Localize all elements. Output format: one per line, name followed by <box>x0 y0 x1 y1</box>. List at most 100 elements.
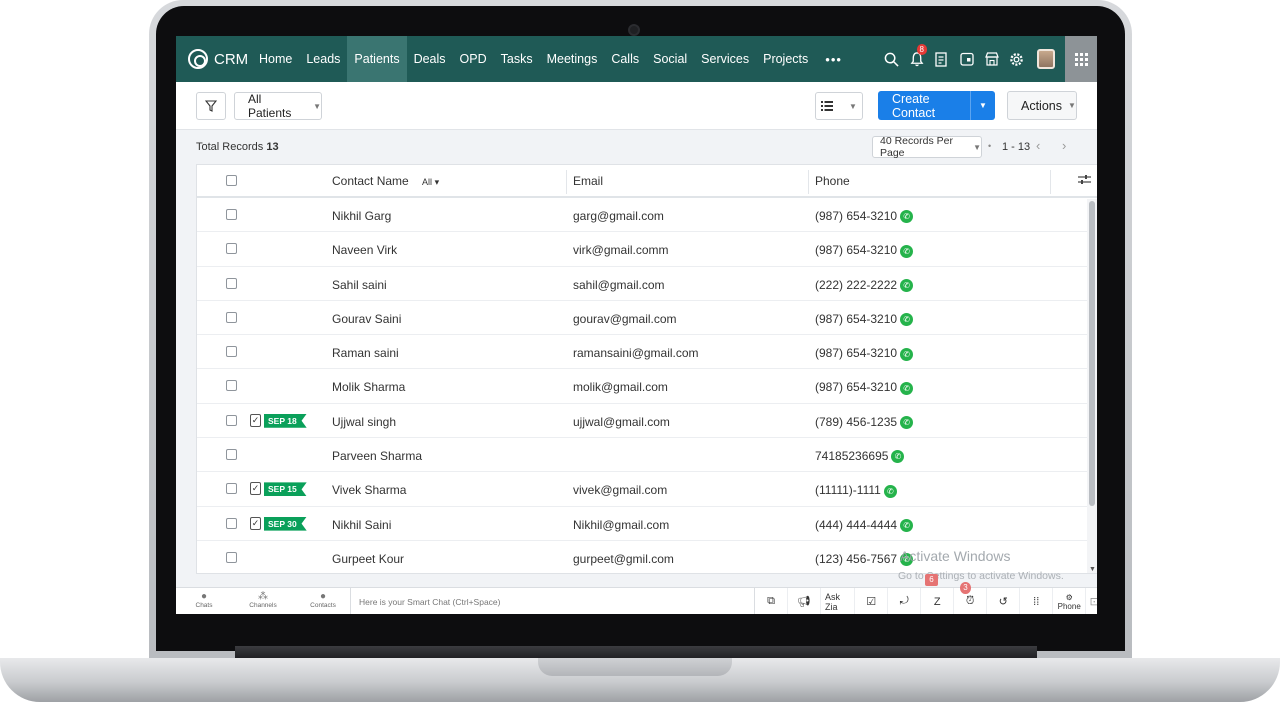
column-divider[interactable] <box>1050 170 1051 194</box>
table-row[interactable]: Molik Sharma molik@gmail.com (987) 654-321… <box>197 369 1097 404</box>
table-row[interactable]: Parveen Sharma 74185236695 ✆ <box>197 438 1097 473</box>
dialpad-icon[interactable]: ⁞⁞ <box>1020 588 1054 614</box>
phone-call-icon[interactable]: ✆ <box>900 347 914 361</box>
row-checkbox[interactable] <box>226 209 237 220</box>
actions-button[interactable]: Actions ▼ <box>1007 91 1077 120</box>
column-divider[interactable] <box>808 170 809 194</box>
user-avatar[interactable] <box>1037 49 1055 69</box>
table-row[interactable]: ✓ SEP 15 Vivek Sharma vivek@gmail.com (11111… <box>197 472 1097 507</box>
alarm-clock-icon[interactable]: ⏰︎ 3 <box>954 582 988 614</box>
screen-share-icon[interactable]: ⧉ <box>755 588 788 614</box>
calendar-icon[interactable] <box>954 36 979 82</box>
phone-cell[interactable]: (123) 456-7567 ✆ <box>815 552 914 567</box>
header-email[interactable]: Email <box>573 174 603 188</box>
email-cell[interactable]: sahil@gmail.com <box>573 278 665 292</box>
phone-cell[interactable]: (987) 654-3210 ✆ <box>815 380 914 395</box>
megaphone-icon[interactable]: 📢︎ <box>788 588 821 614</box>
ask-zia-button[interactable]: Ask Zia <box>821 588 856 614</box>
create-contact-dropdown[interactable]: ▼ <box>970 91 995 120</box>
row-checkbox[interactable] <box>226 517 237 529</box>
row-checkbox[interactable] <box>226 346 237 358</box>
history-icon[interactable]: ↺ <box>987 588 1021 614</box>
task-icon[interactable]: ✓ <box>250 516 261 530</box>
trash-icon[interactable]: ⊡ <box>1086 588 1097 614</box>
table-row[interactable]: Sahil saini sahil@gmail.com (222) 222-2222… <box>197 267 1097 301</box>
phone-cell[interactable]: (444) 444-4444 ✆ <box>815 518 914 532</box>
table-row[interactable]: Nikhil Garg garg@gmail.com (987) 654-3210 ✆ <box>197 198 1097 233</box>
marketplace-icon[interactable] <box>979 36 1004 82</box>
nav-more-button[interactable]: ••• <box>815 36 852 82</box>
phone-cell[interactable]: (11111)-1111 ✆ <box>815 483 897 498</box>
email-cell[interactable]: virk@gmail.comm <box>573 243 669 257</box>
table-row[interactable]: Naveen Virk virk@gmail.comm (987) 654-3210… <box>197 232 1097 267</box>
next-page-icon[interactable]: › <box>1062 138 1066 153</box>
channels-tab[interactable]: ⁂ Channels <box>238 591 288 609</box>
search-icon[interactable] <box>879 36 904 82</box>
nav-opd[interactable]: OPD <box>453 36 494 82</box>
table-row[interactable]: Gourav Saini gourav@gmail.com (987) 654-32… <box>197 301 1097 336</box>
contact-name-link[interactable]: Molik Sharma <box>332 380 405 394</box>
row-checkbox[interactable] <box>226 311 237 323</box>
phone-cell[interactable]: (222) 222-2222 ✆ <box>815 278 914 292</box>
email-cell[interactable]: molik@gmail.com <box>573 380 668 394</box>
phone-call-icon[interactable]: ✆ <box>900 381 914 395</box>
phone-call-icon[interactable]: ✆ <box>891 450 905 464</box>
contact-name-link[interactable]: Parveen Sharma <box>332 449 422 463</box>
signals-icon[interactable]: ☑ <box>855 588 889 614</box>
zia-icon[interactable]: Z 6 <box>921 574 955 614</box>
contacts-tab[interactable]: ● Contacts <box>298 591 348 609</box>
contact-name-link[interactable]: Ujjwal singh <box>332 415 396 429</box>
phone-call-icon[interactable]: ✆ <box>900 416 914 430</box>
filter-button[interactable] <box>196 92 226 120</box>
phone-call-icon[interactable]: ✆ <box>900 313 914 327</box>
nav-services[interactable]: Services <box>694 36 756 82</box>
phone-button[interactable]: ⚙ Phone <box>1053 588 1087 614</box>
contact-name-link[interactable]: Naveen Virk <box>332 243 397 257</box>
nav-patients[interactable]: Patients <box>347 36 407 82</box>
contact-name-link[interactable]: Gourav Saini <box>332 312 401 326</box>
contact-name-link[interactable]: Vivek Sharma <box>332 483 406 497</box>
row-checkbox[interactable] <box>226 380 237 392</box>
row-checkbox[interactable] <box>226 243 237 255</box>
phone-call-icon[interactable]: ✆ <box>900 278 914 292</box>
create-contact-button[interactable]: Create Contact ▼ <box>878 91 995 120</box>
row-checkbox[interactable] <box>226 277 237 289</box>
select-all-checkbox[interactable] <box>226 175 237 186</box>
column-settings-icon[interactable] <box>1078 174 1091 188</box>
nav-tasks[interactable]: Tasks <box>494 36 540 82</box>
email-cell[interactable]: gurpeet@gmil.com <box>573 552 674 566</box>
header-contact-name[interactable]: Contact Name All ▾ <box>332 174 439 188</box>
phone-call-icon[interactable]: ✆ <box>900 244 914 258</box>
table-row[interactable]: ✓ SEP 30 Nikhil Saini Nikhil@gmail.com (444)… <box>197 507 1097 541</box>
contact-name-link[interactable]: Raman saini <box>332 346 399 360</box>
task-icon[interactable]: ✓ <box>250 413 261 427</box>
nav-calls[interactable]: Calls <box>604 36 646 82</box>
phone-call-icon[interactable]: ✆ <box>900 210 914 224</box>
contact-name-link[interactable]: Nikhil Garg <box>332 209 391 223</box>
chats-tab[interactable]: ● Chats <box>179 591 229 609</box>
task-icon[interactable]: ✓ <box>250 482 261 496</box>
phone-cell[interactable]: (987) 654-3210 ✆ <box>815 243 914 258</box>
nav-social[interactable]: Social <box>646 36 694 82</box>
phone-call-icon[interactable]: ✆ <box>883 484 897 498</box>
list-view-toggle[interactable]: ▼ <box>815 92 863 120</box>
header-phone[interactable]: Phone <box>815 174 850 188</box>
row-checkbox[interactable] <box>226 449 237 461</box>
nav-meetings[interactable]: Meetings <box>540 36 605 82</box>
previous-page-icon[interactable]: ‹ <box>1036 138 1040 153</box>
contact-name-link[interactable]: Nikhil Saini <box>332 518 391 532</box>
row-checkbox[interactable] <box>226 483 237 495</box>
nav-deals[interactable]: Deals <box>407 36 453 82</box>
smart-chat-input[interactable]: Here is your Smart Chat (Ctrl+Space) <box>350 588 754 614</box>
gesture-icon[interactable]: ⤾ <box>888 588 922 614</box>
table-row[interactable]: ✓ SEP 18 Ujjwal singh ujjwal@gmail.com (789)… <box>197 404 1097 439</box>
email-cell[interactable]: vivek@gmail.com <box>573 483 667 497</box>
phone-cell[interactable]: (987) 654-3210 ✆ <box>815 346 914 361</box>
gear-icon[interactable] <box>1004 36 1029 82</box>
phone-cell[interactable]: (789) 456-1235 ✆ <box>815 415 914 430</box>
phone-call-icon[interactable]: ✆ <box>900 519 914 532</box>
phone-cell[interactable]: (987) 654-3210 ✆ <box>815 312 914 327</box>
table-scrollbar[interactable]: ▼ <box>1087 199 1097 573</box>
email-cell[interactable]: Nikhil@gmail.com <box>573 518 669 532</box>
nav-leads[interactable]: Leads <box>299 36 347 82</box>
